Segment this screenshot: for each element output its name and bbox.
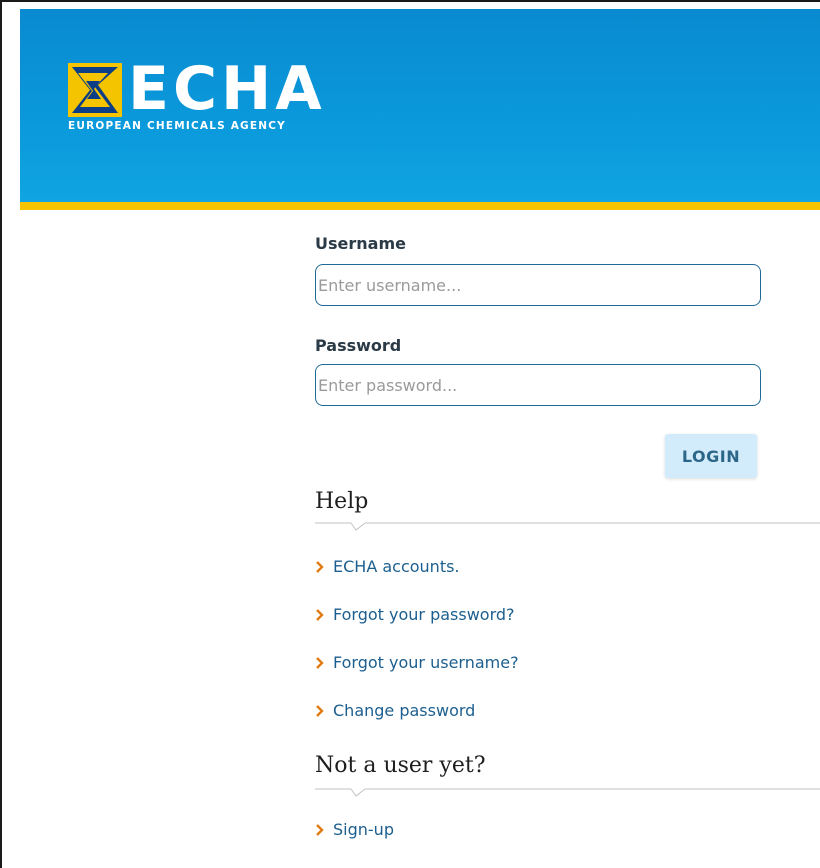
username-label: Username bbox=[315, 234, 406, 253]
password-input[interactable] bbox=[315, 364, 761, 406]
chevron-right-icon bbox=[316, 657, 324, 669]
echa-star-logo-icon bbox=[68, 63, 122, 117]
link-label: Sign-up bbox=[333, 820, 394, 839]
signup-heading: Not a user yet? bbox=[315, 753, 486, 778]
link-label: ECHA accounts. bbox=[333, 557, 460, 576]
help-link-echa-accounts[interactable]: ECHA accounts. bbox=[315, 557, 460, 576]
link-label: Forgot your password? bbox=[333, 605, 515, 624]
help-link-forgot-username[interactable]: Forgot your username? bbox=[315, 653, 519, 672]
logo-wordmark: ECHA bbox=[128, 54, 326, 124]
help-heading: Help bbox=[315, 489, 369, 514]
help-link-forgot-password[interactable]: Forgot your password? bbox=[315, 605, 515, 624]
chevron-right-icon bbox=[316, 561, 324, 573]
signup-divider bbox=[315, 788, 820, 797]
login-page: ECHA EUROPEAN CHEMICALS AGENCY Username … bbox=[0, 0, 820, 868]
chevron-right-icon bbox=[316, 824, 324, 836]
signup-link[interactable]: Sign-up bbox=[315, 820, 394, 839]
username-input[interactable] bbox=[315, 264, 761, 306]
password-label: Password bbox=[315, 336, 402, 355]
site-header: ECHA EUROPEAN CHEMICALS AGENCY bbox=[20, 9, 820, 202]
help-divider bbox=[315, 522, 820, 531]
help-link-change-password[interactable]: Change password bbox=[315, 701, 475, 720]
chevron-right-icon bbox=[316, 705, 324, 717]
echa-logo[interactable]: ECHA EUROPEAN CHEMICALS AGENCY bbox=[68, 58, 368, 148]
chevron-right-icon bbox=[316, 609, 324, 621]
logo-subtitle: EUROPEAN CHEMICALS AGENCY bbox=[68, 120, 286, 132]
link-label: Forgot your username? bbox=[333, 653, 519, 672]
login-button[interactable]: LOGIN bbox=[665, 434, 757, 478]
link-label: Change password bbox=[333, 701, 476, 720]
header-yellow-stripe bbox=[20, 202, 820, 210]
